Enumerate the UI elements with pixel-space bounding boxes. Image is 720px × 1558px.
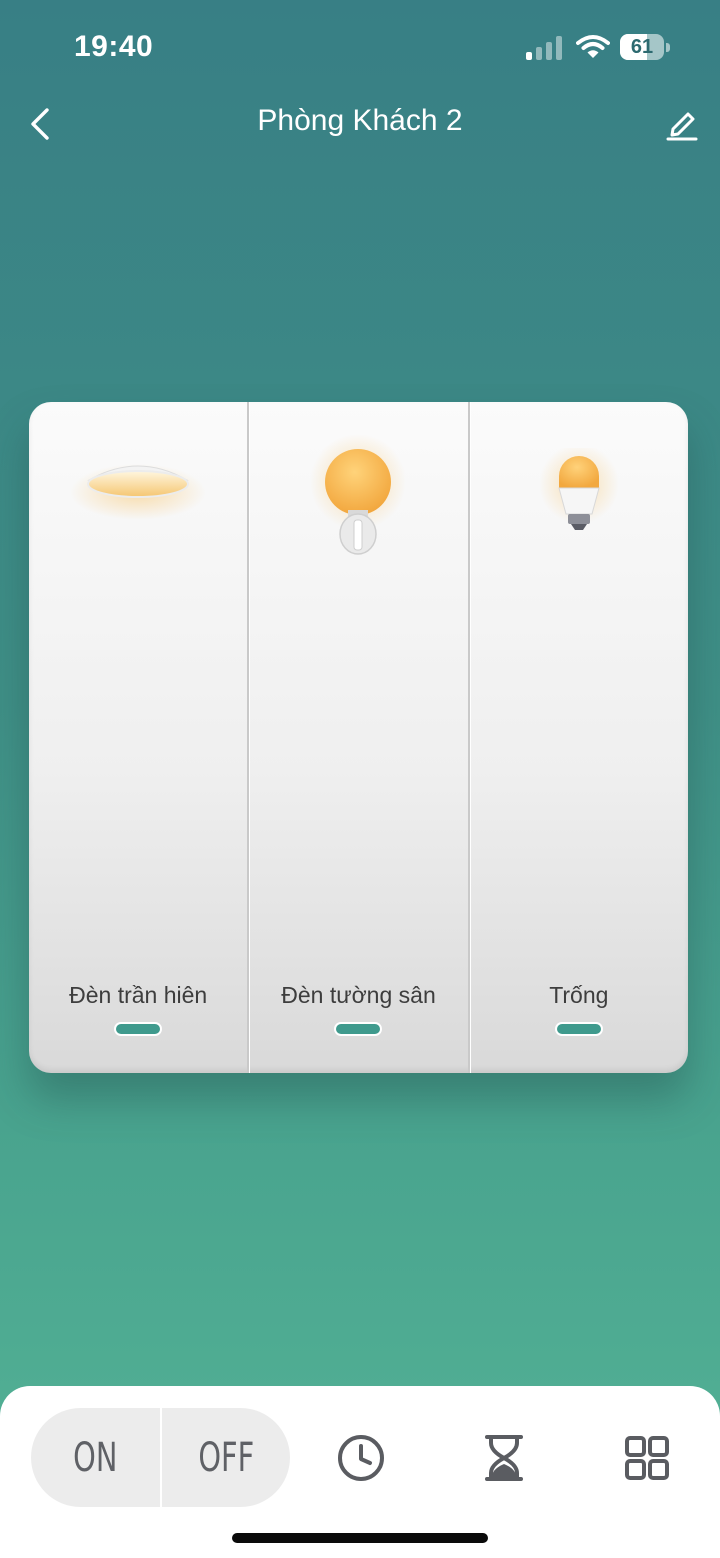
status-bar: 19:40 61 — [0, 0, 720, 90]
switch-panel: Đèn trần hiên Đèn tường sân Trống — [29, 402, 688, 1073]
gang-1-switch[interactable]: Đèn trần hiên — [29, 402, 247, 1073]
hourglass-icon — [485, 1435, 523, 1481]
on-off-divider — [159, 1408, 162, 1507]
timer-button[interactable] — [479, 1433, 529, 1483]
status-time: 19:40 — [74, 30, 154, 63]
gang-1-indicator — [116, 1024, 161, 1034]
gang-3-switch[interactable]: Trống — [467, 402, 688, 1073]
gang-3-label: Trống — [549, 982, 609, 1008]
gang-1-label: Đèn trần hiên — [69, 982, 208, 1008]
cellular-signal-icon — [526, 36, 564, 60]
nav-bar: Phòng Khách 2 — [0, 96, 720, 152]
on-off-toggle-group: ON OFF — [31, 1408, 290, 1507]
page-title: Phòng Khách 2 — [257, 104, 463, 137]
gang-2-indicator — [336, 1024, 381, 1034]
clock-icon — [338, 1435, 384, 1481]
pencil-icon — [666, 112, 698, 141]
grid-icon — [625, 1436, 669, 1480]
gang-2-switch[interactable]: Đèn tường sân — [247, 402, 467, 1073]
wifi-icon — [576, 34, 610, 60]
battery-level: 61 — [630, 36, 654, 58]
edit-button[interactable] — [658, 100, 706, 148]
light-bulb-icon — [538, 448, 619, 530]
wall-lamp-icon — [310, 434, 407, 555]
gang-2-label: Đèn tường sân — [281, 982, 436, 1008]
all-on-button[interactable]: ON — [49, 1408, 142, 1507]
home-indicator[interactable] — [232, 1533, 488, 1543]
battery-icon: 61 — [620, 34, 672, 60]
gang-3-indicator — [556, 1024, 601, 1034]
ceiling-light-icon — [70, 464, 207, 520]
all-off-button[interactable]: OFF — [179, 1408, 272, 1507]
more-options-button[interactable] — [622, 1433, 672, 1483]
schedule-button[interactable] — [336, 1433, 386, 1483]
